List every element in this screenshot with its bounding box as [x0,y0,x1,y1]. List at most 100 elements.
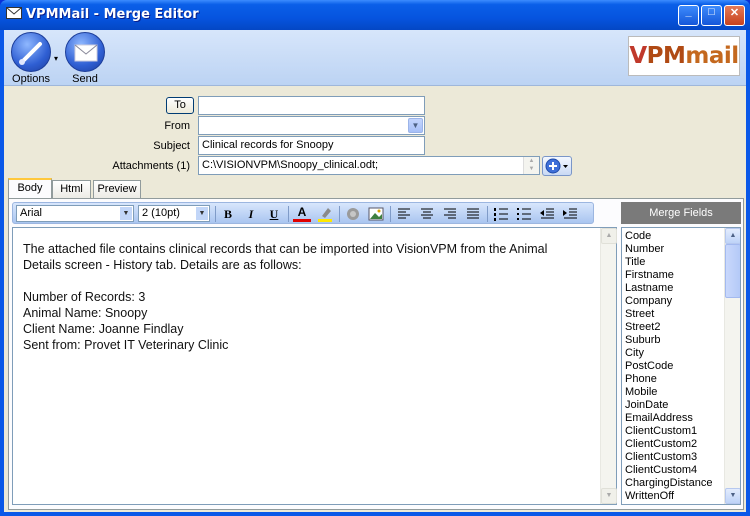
scroll-up-icon[interactable]: ▲ [601,228,617,244]
merge-field-item[interactable]: Number [625,243,712,256]
merge-field-item[interactable]: ClientCustom1 [625,425,712,438]
window-title: VPMMail - Merge Editor [26,7,199,22]
body-line: The attached file contains clinical reco… [23,242,548,256]
merge-field-item[interactable]: Suburb [625,334,712,347]
body-line: Details screen - History tab. Details ar… [23,258,302,272]
send-label: Send [72,73,98,85]
numbered-list-icon[interactable] [492,206,510,222]
attachments-label: Attachments (1) [112,160,190,172]
from-label: From [164,120,190,132]
options-label: Options [12,73,50,85]
vpmmail-logo: VPMmail [628,36,740,76]
message-body-editor[interactable]: The attached file contains clinical reco… [12,227,617,505]
merge-field-item[interactable]: Title [625,256,712,269]
merge-field-item[interactable]: Code [625,230,712,243]
merge-field-item[interactable]: PostCode [625,360,712,373]
options-dropdown-icon[interactable]: ▾ [54,54,58,63]
mail-icon [6,7,22,19]
editor-tabs: Body Html Preview [4,178,746,199]
merge-fields-list[interactable]: Code Number Title Firstname Lastname Company S… [621,227,741,505]
format-toolbar: Arial ▼ 2 (10pt) ▼ B I U A [12,202,594,224]
italic-button[interactable]: I [242,206,260,222]
bullet-list-icon[interactable] [515,206,533,222]
body-line: Client Name: Joanne Findlay [23,322,184,336]
merge-field-item[interactable]: ChargingDistance [625,477,712,490]
merge-field-item[interactable]: Mobile [625,386,712,399]
attachments-spinner[interactable]: ▲ ▼ [523,157,539,174]
merge-field-item[interactable]: WrittenOff [625,490,712,503]
body-line: Number of Records: 3 [23,290,146,304]
scroll-thumb[interactable] [725,244,740,298]
divider [390,206,391,222]
merge-fields-header: Merge Fields [621,202,741,224]
divider [215,206,216,222]
attachments-field[interactable]: C:\VISIONVPM\Snoopy_clinical.odt; ▲ ▼ [198,156,540,175]
merge-field-item[interactable]: Phone [625,373,712,386]
scroll-up-icon[interactable]: ▲ [725,228,740,244]
tab-html[interactable]: Html [52,180,91,198]
merge-field-item[interactable]: ClientCustom3 [625,451,712,464]
add-attachment-button[interactable] [542,156,572,176]
tab-preview[interactable]: Preview [93,180,141,198]
underline-button[interactable]: U [265,206,283,222]
divider [487,206,488,222]
minimize-button[interactable]: _ [678,5,699,26]
title-bar[interactable]: VPMMail - Merge Editor _ □ ✕ [0,0,750,30]
align-right-icon[interactable] [441,206,459,222]
body-line: Animal Name: Snoopy [23,306,148,320]
bold-button[interactable]: B [219,206,237,222]
merge-field-item[interactable]: Firstname [625,269,712,282]
font-color-button[interactable]: A [293,206,311,222]
merge-field-item[interactable]: ClientCustom4 [625,464,712,477]
chevron-down-icon[interactable]: ▼ [196,207,208,220]
align-left-icon[interactable] [395,206,413,222]
to-button[interactable]: To [166,97,194,114]
merge-field-item[interactable]: Company [625,295,712,308]
add-icon [545,158,568,174]
size-select[interactable]: 2 (10pt) ▼ [138,205,210,222]
chevron-down-icon[interactable]: ▼ [120,207,132,220]
body-line: Sent from: Provet IT Veterinary Clinic [23,338,229,352]
divider [288,206,289,222]
scroll-down-icon[interactable]: ▼ [725,488,740,504]
justify-icon[interactable] [464,206,482,222]
outdent-icon[interactable] [538,206,556,222]
merge-field-item[interactable]: City [625,347,712,360]
from-select[interactable]: ▼ [198,116,425,135]
font-select[interactable]: Arial ▼ [16,205,134,222]
main-toolbar: Options ▾ Send VPMmail [4,30,746,86]
envelope-icon [65,32,105,72]
message-body-text[interactable]: The attached file contains clinical reco… [23,241,593,353]
merge-fields-items: Code Number Title Firstname Lastname Company S… [625,230,712,503]
send-button[interactable]: Send [60,32,110,86]
maximize-button[interactable]: □ [701,5,722,26]
options-button[interactable]: Options [6,32,56,86]
to-field[interactable] [198,96,425,115]
header-form: To From ▼ Subject Clinical records for S… [4,87,746,179]
client-area: Options ▾ Send VPMmail To From ▼ Subject… [4,30,746,512]
editor-scrollbar[interactable]: ▲ ▼ [600,228,617,504]
merge-fields-scrollbar[interactable]: ▲ ▼ [724,228,740,504]
tab-body[interactable]: Body [8,178,52,199]
close-button[interactable]: ✕ [724,5,745,26]
merge-field-item[interactable]: ClientCustom2 [625,438,712,451]
divider [339,206,340,222]
link-icon[interactable] [344,206,362,222]
merge-field-item[interactable]: Street2 [625,321,712,334]
subject-field[interactable]: Clinical records for Snoopy [198,136,425,155]
image-icon[interactable] [367,206,385,222]
align-center-icon[interactable] [418,206,436,222]
merge-field-item[interactable]: Lastname [625,282,712,295]
brush-icon [11,32,51,72]
scroll-down-icon[interactable]: ▼ [601,488,617,504]
merge-field-item[interactable]: EmailAddress [625,412,712,425]
subject-label: Subject [153,140,190,152]
merge-field-item[interactable]: Street [625,308,712,321]
chevron-down-icon[interactable]: ▼ [408,118,423,133]
highlight-icon[interactable] [316,206,334,222]
window: VPMMail - Merge Editor _ □ ✕ Options ▾ S… [0,0,750,516]
body-panel: Arial ▼ 2 (10pt) ▼ B I U A Merge Fields … [8,198,744,510]
merge-field-item[interactable]: JoinDate [625,399,712,412]
indent-icon[interactable] [561,206,579,222]
